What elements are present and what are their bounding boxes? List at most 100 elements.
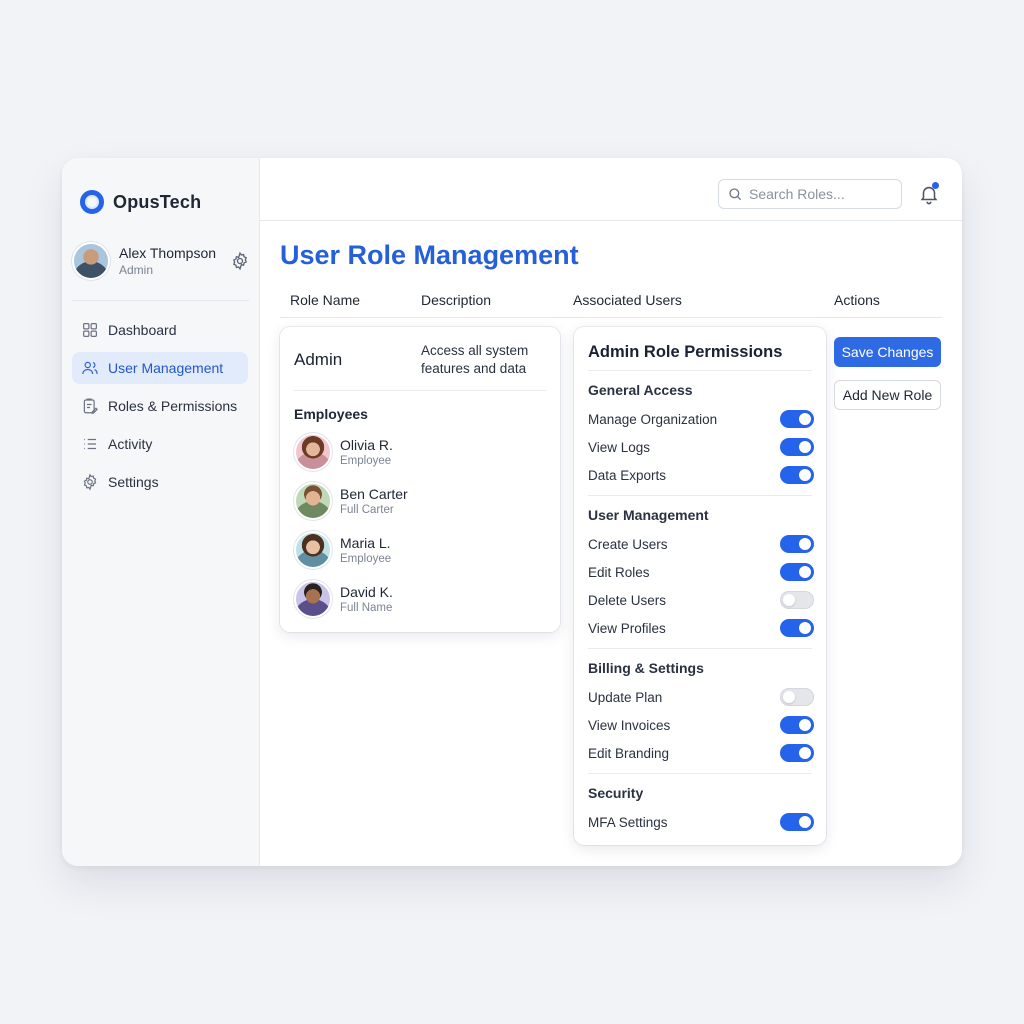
sidebar-item-user-management[interactable]: User Management xyxy=(72,352,248,384)
sidebar-item-activity[interactable]: Activity xyxy=(72,428,248,460)
sidebar-item-label: Settings xyxy=(108,474,159,490)
logo-icon xyxy=(80,190,104,214)
grid-icon xyxy=(83,323,97,337)
sidebar-item-label: Roles & Permissions xyxy=(108,398,238,414)
permission-label: Data Exports xyxy=(588,467,667,483)
header-divider xyxy=(280,317,942,318)
permission-toggle[interactable] xyxy=(780,438,814,456)
clipboard-icon xyxy=(83,398,98,414)
app-window: OpusTech Alex Thompson Admin Dashboard U… xyxy=(62,158,962,866)
divider xyxy=(588,370,812,371)
list-item[interactable]: David K. Full Name xyxy=(294,579,408,619)
brand-name: OpusTech xyxy=(113,191,202,212)
permission-toggle[interactable] xyxy=(780,563,814,581)
permission-label: View Invoices xyxy=(588,717,671,733)
permission-label: Manage Organization xyxy=(588,411,718,427)
sidebar: OpusTech Alex Thompson Admin Dashboard U… xyxy=(62,158,260,866)
sidebar-nav: Dashboard User Management Roles & Permis… xyxy=(72,314,248,504)
sidebar-item-label: Activity xyxy=(108,436,153,452)
notification-dot xyxy=(932,182,939,189)
list-item[interactable]: Ben Carter Full Carter xyxy=(294,481,408,521)
profile-name: Alex Thompson xyxy=(119,245,217,261)
sidebar-item-dashboard[interactable]: Dashboard xyxy=(72,314,248,346)
employee-name: David K. xyxy=(340,584,393,600)
sidebar-item-label: Dashboard xyxy=(108,322,177,338)
role-card[interactable]: Admin Access all system features and dat… xyxy=(280,327,560,632)
permission-toggle[interactable] xyxy=(780,591,814,609)
permission-row-mfa-settings: MFA Settings xyxy=(588,811,814,833)
employee-subtitle: Employee xyxy=(340,455,392,467)
profile-role: Admin xyxy=(119,263,154,277)
permission-row-delete-users: Delete Users xyxy=(588,589,814,611)
role-name: Admin xyxy=(294,350,343,369)
list-item[interactable]: Maria L. Employee xyxy=(294,530,408,570)
permission-label: View Profiles xyxy=(588,620,666,636)
avatar[interactable] xyxy=(72,242,110,280)
permission-toggle[interactable] xyxy=(780,619,814,637)
role-description: Access all system features and data xyxy=(421,343,529,376)
column-header-associated-users: Associated Users xyxy=(573,292,682,308)
permission-label: Edit Branding xyxy=(588,745,670,761)
gear-icon[interactable] xyxy=(230,251,250,271)
employee-name: Maria L. xyxy=(340,535,391,551)
permission-toggle[interactable] xyxy=(780,813,814,831)
sidebar-item-settings[interactable]: Settings xyxy=(72,466,248,498)
employee-subtitle: Full Carter xyxy=(340,504,394,516)
main-content: User Role Management Role Name Descripti… xyxy=(260,158,962,866)
users-icon xyxy=(82,361,98,375)
page-title: User Role Management xyxy=(280,240,579,270)
permission-row-edit-roles: Edit Roles xyxy=(588,561,814,583)
add-new-role-button[interactable]: Add New Role xyxy=(834,380,941,410)
permission-row-manage-organization: Manage Organization xyxy=(588,408,814,430)
permission-group-title: User Management xyxy=(588,507,709,523)
topbar xyxy=(260,158,962,221)
permission-label: MFA Settings xyxy=(588,814,668,830)
sidebar-item-label: User Management xyxy=(108,360,224,376)
permission-label: Edit Roles xyxy=(588,564,650,580)
permission-toggle[interactable] xyxy=(780,744,814,762)
divider xyxy=(588,648,812,649)
gear-icon xyxy=(83,473,97,491)
permission-row-edit-branding: Edit Branding xyxy=(588,742,814,764)
save-changes-button[interactable]: Save Changes xyxy=(834,337,941,367)
search-box[interactable] xyxy=(718,179,902,209)
employee-subtitle: Full Name xyxy=(340,602,393,614)
employee-subtitle: Employee xyxy=(340,553,392,565)
permission-toggle[interactable] xyxy=(780,466,814,484)
role-divider xyxy=(294,390,546,391)
search-input[interactable] xyxy=(749,186,899,202)
permission-toggle[interactable] xyxy=(780,410,814,428)
permission-row-view-invoices: View Invoices xyxy=(588,714,814,736)
avatar xyxy=(294,531,332,569)
column-header-description: Description xyxy=(421,292,492,308)
list-item[interactable]: Olivia R. Employee xyxy=(294,432,408,472)
permission-row-data-exports: Data Exports xyxy=(588,464,814,486)
permission-toggle[interactable] xyxy=(780,535,814,553)
brand[interactable]: OpusTech xyxy=(80,190,201,214)
permission-toggle[interactable] xyxy=(780,716,814,734)
permission-group-title: Security xyxy=(588,785,644,801)
permission-row-view-logs: View Logs xyxy=(588,436,814,458)
divider xyxy=(588,773,812,774)
column-header-actions: Actions xyxy=(834,292,880,308)
search-icon xyxy=(729,188,742,201)
permission-toggle[interactable] xyxy=(780,688,814,706)
sidebar-item-roles-permissions[interactable]: Roles & Permissions xyxy=(72,390,248,422)
divider xyxy=(588,495,812,496)
sidebar-divider xyxy=(72,300,249,301)
permission-label: Create Users xyxy=(588,536,668,552)
permission-group-title: Billing & Settings xyxy=(588,660,704,676)
permission-label: Update Plan xyxy=(588,689,663,705)
permission-row-view-profiles: View Profiles xyxy=(588,617,814,639)
avatar xyxy=(294,433,332,471)
permission-row-update-plan: Update Plan xyxy=(588,686,814,708)
permission-label: View Logs xyxy=(588,439,651,455)
list-icon xyxy=(84,438,96,450)
permission-group-title: General Access xyxy=(588,382,693,398)
user-profile: Alex Thompson Admin xyxy=(72,242,250,280)
permissions-title: Admin Role Permissions xyxy=(588,343,783,361)
employees-heading: Employees xyxy=(294,406,368,422)
column-header-role-name: Role Name xyxy=(290,292,361,308)
avatar xyxy=(294,482,332,520)
employee-name: Ben Carter xyxy=(340,486,408,502)
